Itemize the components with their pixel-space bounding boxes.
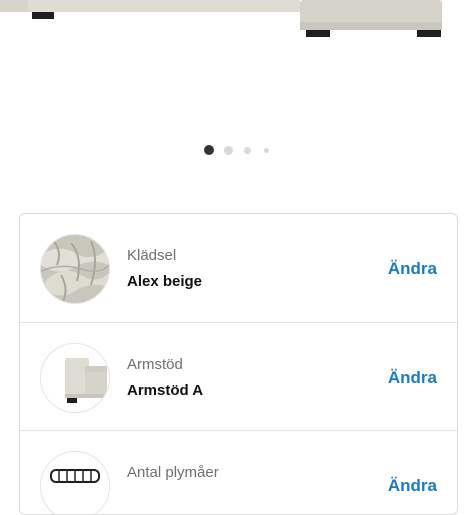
options-card: Klädsel Alex beige Ändra Armstöd Armstöd… (19, 213, 458, 515)
change-button[interactable]: Ändra (388, 368, 437, 388)
option-row-cushions[interactable]: Antal plymåer Ändra (20, 430, 457, 514)
carousel-dot-4[interactable] (264, 148, 269, 153)
option-label: Armstöd (127, 356, 183, 373)
product-image[interactable] (0, 0, 476, 140)
change-button[interactable]: Ändra (388, 476, 437, 496)
armrest-icon (40, 343, 110, 413)
option-value: Armstöd A (127, 382, 204, 399)
carousel-dot-3[interactable] (244, 147, 251, 154)
change-button[interactable]: Ändra (388, 259, 437, 279)
fabric-swatch-icon (40, 234, 110, 304)
option-value: Alex beige (127, 273, 203, 290)
carousel-indicator[interactable] (0, 144, 476, 156)
carousel-dot-2[interactable] (224, 146, 233, 155)
cushions-icon (40, 451, 110, 514)
option-label: Klädsel (127, 247, 177, 264)
option-label: Antal plymåer (127, 464, 219, 481)
option-row-armrest[interactable]: Armstöd Armstöd A Ändra (20, 322, 457, 431)
option-row-upholstery[interactable]: Klädsel Alex beige Ändra (20, 214, 457, 322)
carousel-dot-1[interactable] (204, 145, 214, 155)
